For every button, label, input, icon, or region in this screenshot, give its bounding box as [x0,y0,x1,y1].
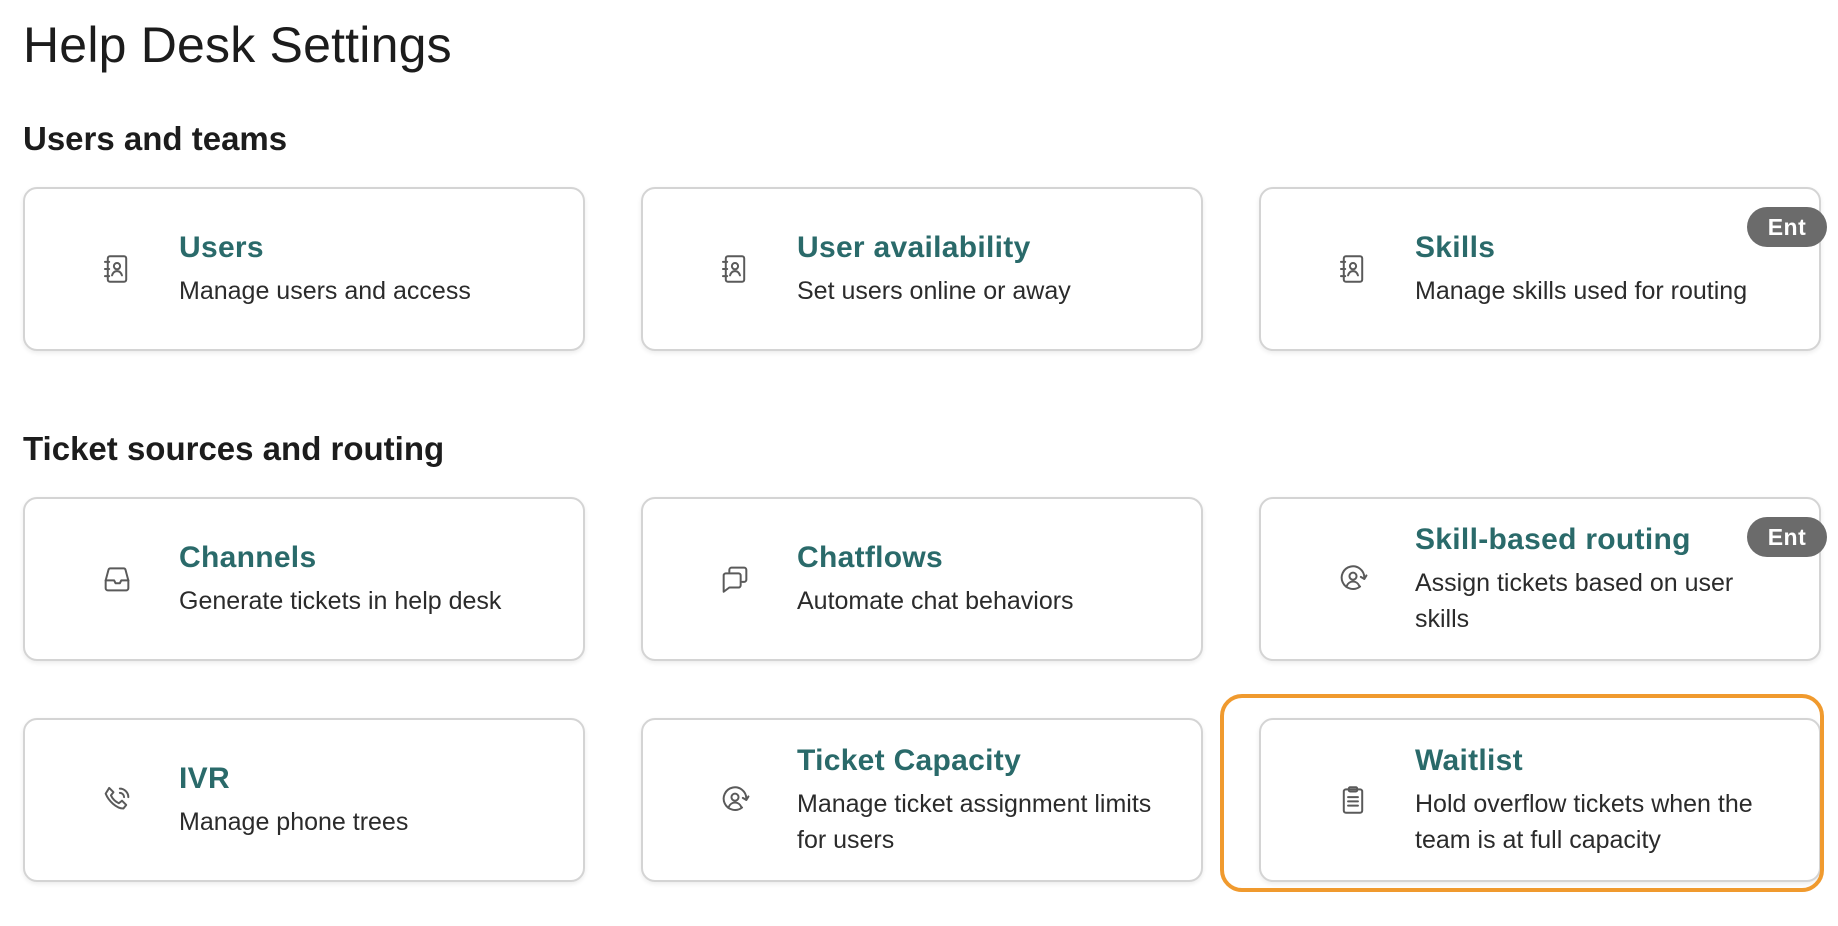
card-description: Manage ticket assignment limits for user… [797,790,1152,854]
card-channels[interactable]: Channels Generate tickets in help desk [23,497,585,661]
card-description: Assign tickets based on user skills [1415,569,1734,633]
phone-icon [99,782,135,818]
card-description: Hold overflow tickets when the team is a… [1415,790,1753,854]
card-title: Ticket Capacity [797,744,1022,777]
contact-book-icon [1335,251,1371,287]
section-title-ticket-sources-and-routing: Ticket sources and routing [23,430,445,467]
card-user-availability[interactable]: User availability Set users online or aw… [641,187,1203,351]
contact-book-icon [99,251,135,287]
card-title: IVR [179,762,230,795]
card-title: Skills [1415,231,1496,264]
card-skills[interactable]: Skills Manage skills used for routing En… [1259,187,1827,351]
card-description: Set users online or away [797,277,1071,305]
card-chatflows[interactable]: Chatflows Automate chat behaviors [641,497,1203,661]
card-ivr[interactable]: IVR Manage phone trees [23,718,585,882]
user-routing-icon [1335,561,1371,597]
card-title: User availability [797,231,1031,264]
card-title: Channels [179,541,317,574]
card-ticket-capacity[interactable]: Ticket Capacity Manage ticket assignment… [641,718,1203,882]
card-description: Manage phone trees [179,808,409,836]
card-title: Skill-based routing [1415,523,1691,556]
card-description: Manage users and access [179,277,471,305]
card-skill-based-routing[interactable]: Skill-based routing Assign tickets based… [1259,497,1827,661]
card-title: Users [179,231,264,264]
inbox-icon [99,561,135,597]
user-routing-icon [717,782,753,818]
card-title: Waitlist [1415,744,1523,777]
card-description: Manage skills used for routing [1415,277,1748,305]
enterprise-badge: Ent [1747,207,1827,247]
contact-book-icon [717,251,753,287]
clipboard-list-icon [1335,782,1371,818]
help-desk-settings-page: Help Desk Settings Users and teams Users… [0,0,1838,926]
card-waitlist[interactable]: Waitlist Hold overflow tickets when the … [1259,718,1821,882]
card-description: Automate chat behaviors [797,587,1074,615]
card-users[interactable]: Users Manage users and access [23,187,585,351]
enterprise-badge: Ent [1747,517,1827,557]
card-description: Generate tickets in help desk [179,587,502,615]
page-title: Help Desk Settings [23,17,452,73]
card-title: Chatflows [797,541,944,574]
chat-bubbles-icon [717,561,753,597]
section-title-users-and-teams: Users and teams [23,120,288,157]
